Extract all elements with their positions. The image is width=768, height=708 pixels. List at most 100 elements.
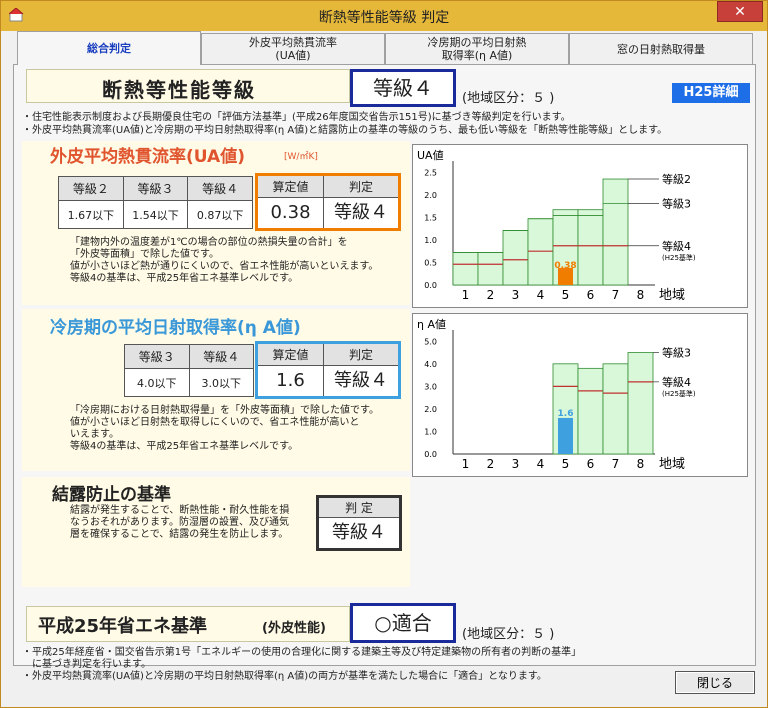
eta-calc-value: 1.6	[258, 366, 324, 396]
h25-heading: 平成25年省エネ基準	[38, 616, 208, 637]
window-title: 断熱等性能等級 判定	[318, 10, 450, 26]
eta-xtick: 3	[512, 457, 520, 471]
eta-value-grade3: 4.0以下	[124, 368, 190, 397]
eta-chart: η A値 0.0 1.0 2.0 3.0 4.0 5.0 1 2 3 4 5 6 7 8 地域 1.6 等級3 等級…	[412, 313, 748, 477]
h25-detail-badge: H25詳細	[672, 83, 750, 103]
eta-xtick: 7	[612, 457, 620, 471]
ua-header-grade3: 等級３	[122, 176, 189, 201]
ua-bar	[577, 209, 604, 286]
ua-description: 「建物内外の温度差が1℃の場合の部位の熱損失量の合計」を 「外皮等面積」で除した…	[70, 237, 379, 284]
condensation-title: 結露防止の基準	[52, 485, 171, 505]
h25-subheading: (外皮性能)	[262, 621, 326, 636]
condensation-description: 結露が発生することで、断熱性能・耐久性能を損 なうおそれがあります。防湿層の設置…	[70, 505, 290, 540]
eta-description: 「冷房期における日射熱取得量」を「外皮等面積」で除した値です。 値が小さいほど日…	[70, 405, 379, 452]
ua-value-grade4: 0.87以下	[187, 200, 253, 229]
grade-result: 等級４	[350, 69, 456, 107]
eta-ytick: 0.0	[424, 450, 437, 459]
ua-xtick: 3	[512, 288, 520, 302]
eta-value-label: 1.6	[558, 409, 574, 419]
tab-window-solar[interactable]: 窓の日射熱取得量	[569, 33, 753, 64]
condensation-judge-value: 等級４	[332, 522, 386, 543]
tab-panel: 断熱等性能等級 等級４ (地域区分：５ ) H25詳細 ・住宅性能表示制度および…	[13, 64, 756, 682]
ua-ytick: 1.5	[424, 213, 437, 222]
ua-header-grade2: 等級２	[58, 176, 124, 201]
ua-bar	[477, 252, 504, 286]
ua-header-grade4: 等級４	[187, 176, 253, 201]
ua-xtick: 5	[562, 288, 570, 302]
ua-legend-label: 等級3	[662, 196, 691, 210]
h25-notes: ・平成25年経産省・国交省告示第1号「エネルギーの使用の合理化に関する建築主等及…	[22, 647, 582, 682]
ua-title: 外皮平均熱貫流率(UA値)	[50, 147, 245, 167]
ua-ylabel: UA値	[417, 149, 444, 162]
eta-bar	[627, 352, 654, 455]
eta-ytick: 3.0	[424, 382, 437, 391]
eta-xtick: 5	[562, 457, 570, 471]
close-button[interactable]: 閉じる	[675, 671, 755, 694]
ua-xlabel: 地域	[659, 288, 685, 303]
ua-bar	[502, 230, 529, 286]
ua-ytick: 0.0	[424, 281, 437, 290]
eta-header-calc: 算定値	[258, 344, 324, 366]
ua-unit: [W/㎡K]	[284, 152, 318, 162]
ua-header-calc: 算定値	[258, 176, 324, 198]
ua-xtick: 7	[612, 288, 620, 302]
condensation-result-box: 判 定 等級４	[316, 495, 402, 551]
ua-xtick: 8	[637, 288, 645, 302]
eta-bar	[577, 367, 604, 455]
eta-legend-label: 等級3	[662, 346, 691, 360]
eta-ytick: 1.0	[424, 427, 437, 436]
client-area: 総合判定 外皮平均熱貫流率 (UA値) 冷房期の平均日射熱 取得率(η A値) …	[9, 31, 760, 701]
ua-value-label: 0.38	[554, 261, 576, 271]
tab-ua[interactable]: 外皮平均熱貫流率 (UA値)	[201, 33, 385, 64]
eta-value-bar	[558, 417, 573, 454]
grade-heading: 断熱等性能等級	[102, 78, 256, 102]
ua-value-grade3: 1.54以下	[122, 200, 189, 229]
ua-ytick: 2.0	[424, 191, 437, 200]
eta-xtick: 1	[462, 457, 470, 471]
eta-xtick: 4	[537, 457, 545, 471]
condensation-judge-label: 判 定	[319, 498, 399, 518]
h25-result: ○適合	[350, 603, 456, 643]
eta-header-judge: 判定	[324, 344, 398, 366]
ua-legend-label: 等級4	[662, 239, 691, 253]
ua-judge-value: 等級４	[334, 202, 388, 223]
ua-ytick: 1.0	[424, 236, 437, 245]
ua-legend-sub: (H25基準)	[662, 253, 696, 262]
ua-calc-value: 0.38	[258, 198, 324, 228]
grade-region: (地域区分：５ )	[462, 91, 555, 106]
ua-xtick: 1	[462, 288, 470, 302]
eta-legend-label: 等級4	[662, 375, 691, 389]
ua-ytick: 0.5	[424, 258, 437, 267]
eta-value-grade4: 3.0以下	[188, 368, 254, 397]
ua-xtick: 6	[587, 288, 595, 302]
ua-header-judge: 判定	[324, 176, 398, 198]
close-window-button[interactable]: ✕	[717, 1, 763, 22]
ua-value-grade2: 1.67以下	[58, 200, 124, 229]
grade-notes: ・住宅性能表示制度および長期優良住宅の「評価方法基準」(平成26年度国交省告示1…	[22, 112, 668, 136]
ua-result-box: 算定値 判定 0.38 等級４	[255, 173, 401, 231]
tab-overall[interactable]: 総合判定	[17, 31, 201, 65]
eta-ylabel: η A値	[417, 318, 446, 331]
eta-title: 冷房期の平均日射取得率(η A値)	[50, 318, 301, 338]
h25-region: (地域区分：５ )	[462, 627, 555, 642]
ua-grade-table: 等級２ 等級３ 等級４ 1.67以下 1.54以下 0.87以下	[58, 176, 253, 229]
ua-bar	[527, 218, 554, 286]
tab-eta[interactable]: 冷房期の平均日射熱 取得率(η A値)	[385, 33, 569, 64]
eta-grade-table: 等級３ 等級４ 4.0以下 3.0以下	[124, 344, 254, 397]
eta-xlabel: 地域	[659, 457, 685, 472]
eta-xtick: 6	[587, 457, 595, 471]
eta-legend-sub: (H25基準)	[662, 389, 696, 398]
ua-chart: UA値 0.0 0.5 1.0 1.5 2.0 2.5 1 2 3 4 5 6 7 8 地域 0.38 等級2 等級…	[412, 144, 748, 308]
ua-xtick: 4	[537, 288, 545, 302]
title-bar[interactable]: 断熱等性能等級 判定 ✕	[1, 1, 767, 31]
eta-header-grade3: 等級３	[124, 344, 190, 369]
eta-ytick: 5.0	[424, 337, 437, 346]
ua-xtick: 2	[487, 288, 495, 302]
ua-bar	[452, 252, 479, 286]
main-window: 断熱等性能等級 判定 ✕ 総合判定 外皮平均熱貫流率 (UA値) 冷房期の平均日…	[0, 0, 768, 708]
eta-ytick: 2.0	[424, 405, 437, 414]
eta-header-grade4: 等級４	[188, 344, 254, 369]
eta-xtick: 2	[487, 457, 495, 471]
eta-judge-value: 等級４	[334, 370, 388, 391]
ua-bar	[602, 178, 629, 286]
